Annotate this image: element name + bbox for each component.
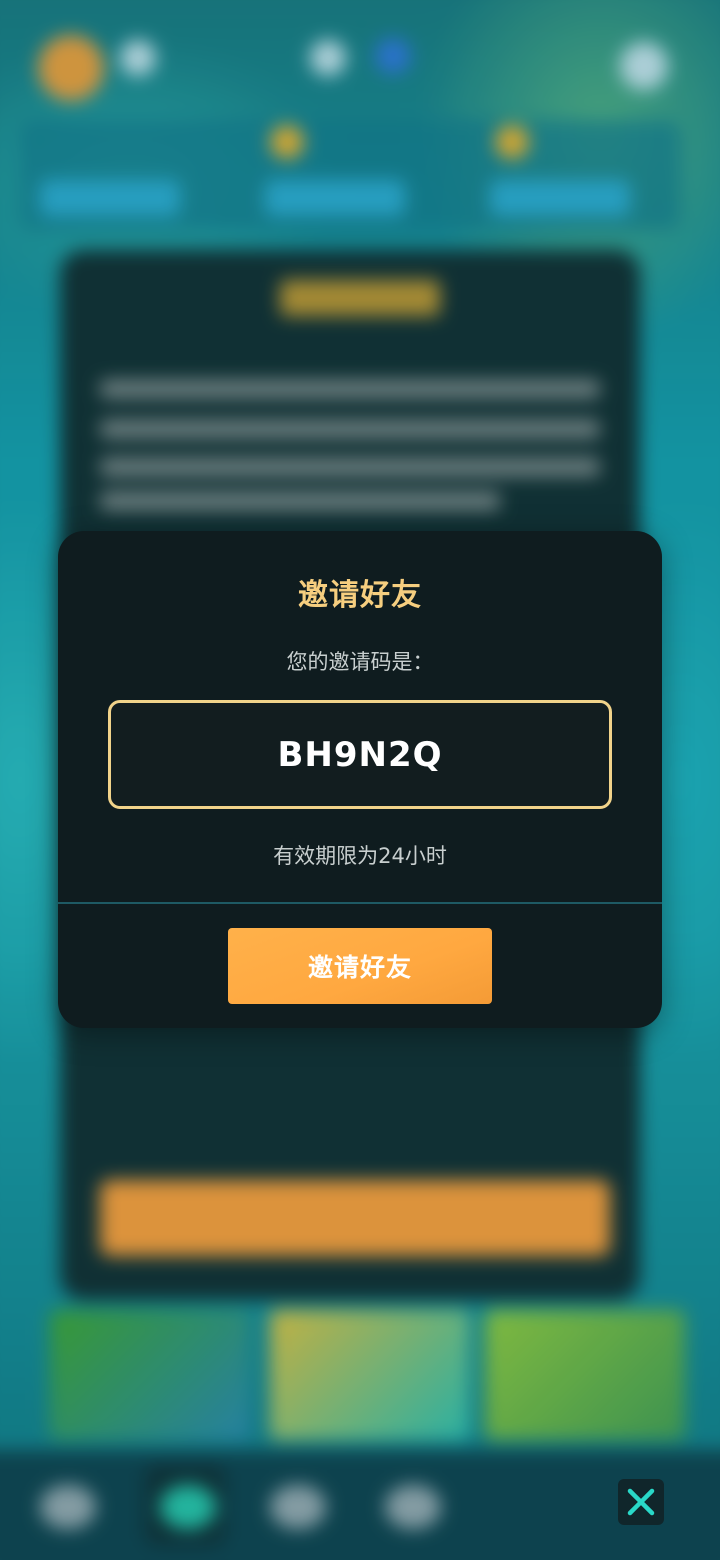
invite-code: BH9N2Q [277,734,443,775]
close-button[interactable] [618,1479,664,1525]
divider [58,902,662,904]
invite-friends-button[interactable]: 邀请好友 [228,928,492,1004]
invite-code-label: 您的邀请码是： [286,650,434,674]
invite-code-box[interactable]: BH9N2Q [108,700,612,809]
invite-friends-button-label: 邀请好友 [307,953,412,982]
validity-note: 有效期限为24小时 [273,844,447,868]
app-screen: 邀请好友 您的邀请码是： BH9N2Q 有效期限为24小时 邀请好友 [0,0,720,1560]
close-icon [627,1488,655,1516]
dialog-title: 邀请好友 [298,578,422,613]
